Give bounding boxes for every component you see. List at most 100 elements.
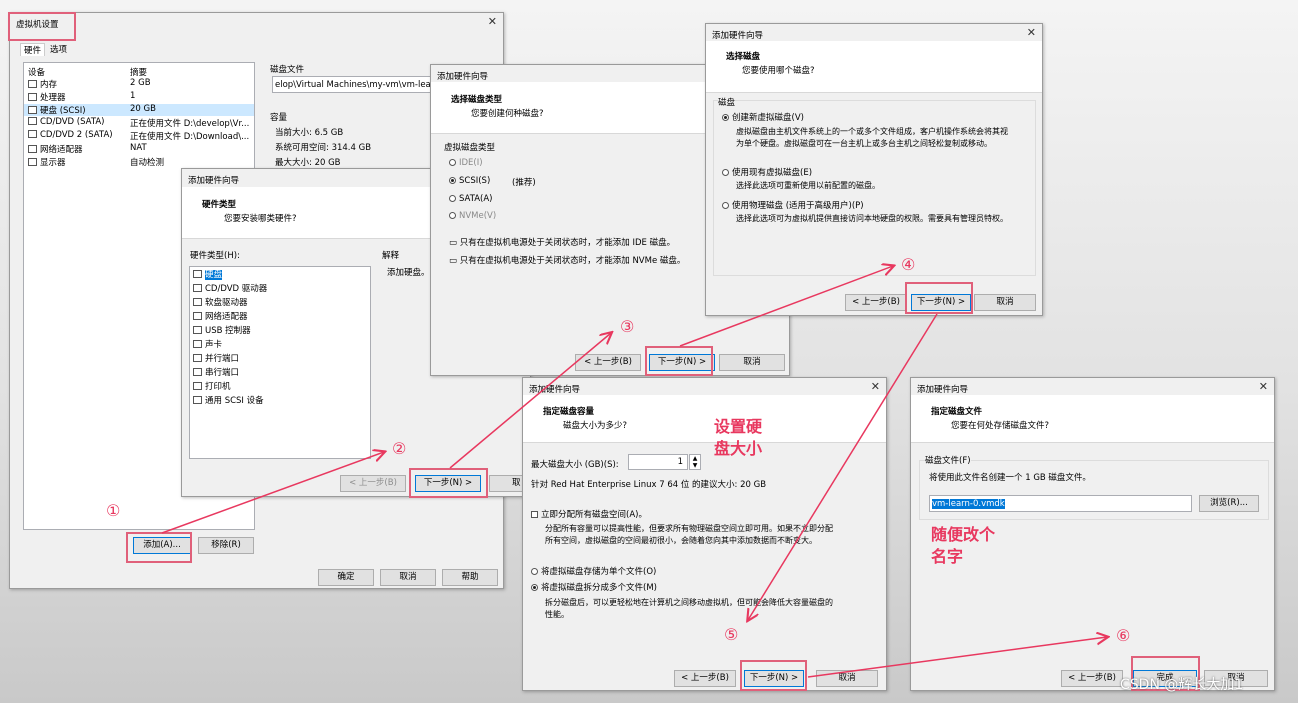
note-ide: ▭ 只有在虚拟机电源处于关闭状态时，才能添加 IDE 磁盘。: [449, 238, 676, 248]
list-item[interactable]: 软盘驱动器: [193, 296, 248, 308]
device-row[interactable]: CD/DVD 2 (SATA) 正在使用文件 D:\Download\...: [24, 130, 254, 142]
tab-options[interactable]: 选项: [50, 43, 67, 55]
list-item[interactable]: 硬盘: [193, 268, 223, 280]
next-button[interactable]: 下一步(N) >: [744, 670, 804, 687]
list-item[interactable]: 并行端口: [193, 352, 239, 364]
page-subtitle: 您要安装哪类硬件?: [224, 214, 297, 224]
split-desc: 拆分磁盘后，可以更轻松地在计算机之间移动虚拟机，但可能会降低大容量磁盘的: [545, 598, 833, 607]
device-row[interactable]: CD/DVD (SATA) 正在使用文件 D:\develop\Vr...: [24, 117, 254, 129]
wizard-title: 添加硬件向导: [529, 385, 581, 395]
cancel-button[interactable]: 取消: [974, 294, 1036, 311]
radio-sata[interactable]: SATA(A): [449, 194, 493, 204]
list-item[interactable]: CD/DVD 驱动器: [193, 282, 267, 294]
capacity-label: 容量: [270, 113, 288, 123]
radio-physical-disk[interactable]: 使用物理磁盘 (适用于高级用户)(P): [722, 199, 864, 211]
wizard-header: 选择磁盘 您要使用哪个磁盘?: [706, 41, 1042, 93]
wizard-title: 添加硬件向导: [188, 176, 240, 186]
close-icon[interactable]: ✕: [871, 380, 880, 393]
cancel-button[interactable]: 取消: [719, 354, 785, 371]
step-number: ⑤: [724, 625, 739, 644]
allocate-desc: 所有空间，虚拟磁盘的空间最初很小，会随着您向其中添加数据而不断变大。: [545, 536, 817, 545]
list-item[interactable]: 网络适配器: [193, 310, 248, 322]
max-size: 最大大小: 20 GB: [275, 158, 341, 168]
wizard-disk-capacity: ✕ 添加硬件向导 指定磁盘容量 磁盘大小为多少? 最大磁盘大小 (GB)(S):…: [522, 377, 887, 691]
disk-file-input[interactable]: vm-learn-0.vmdk: [929, 495, 1192, 512]
browse-button[interactable]: 浏览(R)...: [1199, 495, 1259, 512]
cpu-icon: [28, 93, 37, 101]
disk-group-label: 磁盘: [718, 96, 736, 108]
close-icon[interactable]: ✕: [1027, 26, 1036, 39]
hardware-list: 硬盘 CD/DVD 驱动器 软盘驱动器 网络适配器 USB 控制器 声卡 并行端…: [189, 266, 371, 459]
device-row-selected[interactable]: 硬盘 (SCSI) 20 GB: [24, 104, 254, 116]
watermark: CSDN @辉长大加1: [1120, 677, 1244, 693]
page-subtitle: 您要创建何种磁盘?: [471, 109, 544, 119]
page-heading: 选择磁盘类型: [451, 95, 503, 105]
list-item[interactable]: 打印机: [193, 380, 231, 392]
disk-file-group-label: 磁盘文件(F): [925, 454, 971, 466]
close-icon[interactable]: ✕: [488, 15, 497, 28]
wizard-title: 添加硬件向导: [917, 385, 969, 395]
cancel-button[interactable]: 取消: [816, 670, 878, 687]
list-item[interactable]: 声卡: [193, 338, 222, 350]
memory-icon: [28, 80, 37, 88]
device-row[interactable]: 处理器 1: [24, 91, 254, 103]
cd-icon: [28, 130, 37, 138]
back-button[interactable]: < 上一步(B): [1061, 670, 1123, 687]
network-icon: [28, 145, 37, 153]
radio-use-existing[interactable]: 使用现有虚拟磁盘(E): [722, 166, 812, 178]
wizard-header: 指定磁盘容量 磁盘大小为多少?: [523, 395, 886, 443]
device-row[interactable]: 显示器 自动检测: [24, 156, 254, 168]
max-size-label: 最大磁盘大小 (GB)(S):: [531, 460, 619, 470]
list-item[interactable]: 串行端口: [193, 366, 239, 378]
free-space: 系统可用空间: 314.4 GB: [275, 143, 372, 153]
wizard-select-disk: ✕ 添加硬件向导 选择磁盘 您要使用哪个磁盘? 磁盘 创建新虚拟磁盘(V) 虚拟…: [705, 23, 1043, 316]
recommended-size: 针对 Red Hat Enterprise Linux 7 64 位 的建议大小…: [531, 480, 767, 490]
note-set-size: 盘大小: [714, 439, 763, 458]
wizard-title: 添加硬件向导: [712, 31, 764, 41]
next-button[interactable]: 下一步(N) >: [649, 354, 715, 371]
cd-icon: [28, 117, 37, 125]
physical-disk-desc: 选择此选项可为虚拟机提供直接访问本地硬盘的权限。需要具有管理员特权。: [736, 214, 1008, 223]
back-button[interactable]: < 上一步(B): [340, 475, 406, 492]
page-subtitle: 您要使用哪个磁盘?: [742, 66, 815, 76]
allocate-checkbox[interactable]: 立即分配所有磁盘空间(A)。: [531, 508, 647, 520]
size-stepper[interactable]: ▲ ▼: [689, 454, 701, 470]
back-button[interactable]: < 上一步(B): [674, 670, 736, 687]
cancel-button[interactable]: 取消: [380, 569, 436, 586]
back-button[interactable]: < 上一步(B): [575, 354, 641, 371]
page-subtitle: 磁盘大小为多少?: [563, 421, 628, 431]
back-button[interactable]: < 上一步(B): [845, 294, 907, 311]
vm-settings-title: 虚拟机设置: [16, 20, 59, 30]
next-button[interactable]: 下一步(N) >: [415, 475, 481, 492]
list-item[interactable]: USB 控制器: [193, 324, 251, 336]
page-heading: 硬件类型: [202, 200, 237, 210]
tab-hardware[interactable]: 硬件: [20, 43, 46, 56]
radio-single-file[interactable]: 将虚拟磁盘存储为单个文件(O): [531, 565, 656, 577]
radio-scsi[interactable]: SCSI(S): [449, 176, 490, 186]
display-icon: [28, 158, 37, 166]
radio-nvme[interactable]: NVMe(V): [449, 211, 496, 221]
close-icon[interactable]: ✕: [1259, 380, 1268, 393]
help-button[interactable]: 帮助: [442, 569, 498, 586]
radio-create-new[interactable]: 创建新虚拟磁盘(V): [722, 111, 804, 123]
ok-button[interactable]: 确定: [318, 569, 374, 586]
sound-icon: [193, 340, 202, 348]
next-button[interactable]: 下一步(N) >: [911, 294, 971, 311]
col-summary: 摘要: [130, 68, 148, 78]
info-icon: ▭: [449, 238, 460, 248]
max-size-input[interactable]: 1: [628, 454, 688, 470]
note-rename: 名字: [931, 547, 964, 566]
device-row[interactable]: 网络适配器 NAT: [24, 143, 254, 155]
hardware-list-label: 硬件类型(H):: [190, 251, 240, 261]
remove-button[interactable]: 移除(R): [198, 537, 254, 554]
disk-file-label: 磁盘文件: [270, 65, 305, 75]
device-row[interactable]: 内存 2 GB: [24, 78, 254, 90]
col-device: 设备: [28, 68, 46, 78]
disk-file-desc: 将使用此文件名创建一个 1 GB 磁盘文件。: [929, 473, 1091, 483]
radio-ide[interactable]: IDE(I): [449, 158, 483, 168]
harddisk-icon: [28, 106, 37, 114]
radio-multiple-files[interactable]: 将虚拟磁盘拆分成多个文件(M): [531, 581, 657, 593]
step-number: ③: [620, 317, 635, 336]
list-item[interactable]: 通用 SCSI 设备: [193, 394, 264, 406]
add-button[interactable]: 添加(A)...: [133, 537, 191, 554]
